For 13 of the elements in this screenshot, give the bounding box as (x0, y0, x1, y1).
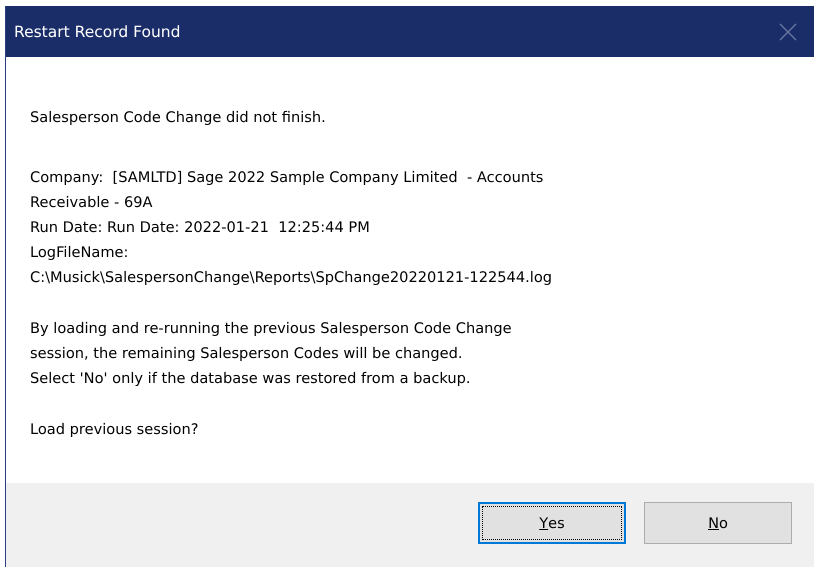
dialog-button[interactable]: Yes (478, 502, 626, 544)
message-text: Company: [SAMLTD] Sage 2022 Sample Company Limited - Accounts (30, 168, 544, 188)
message-text: LogFileName: (30, 243, 128, 263)
message-text: Salesperson Code Change did not finish. (30, 108, 326, 128)
dialog-button[interactable]: No (644, 502, 792, 544)
message-text: By loading and re-running the previous Salesperson Code Change (30, 319, 512, 339)
message-text: C:\Musick\SalespersonChange\Reports\SpChange20220121-122544.log (30, 268, 552, 288)
message-text: Run Date: Run Date: 2022-01-21 12:25:44 PM (30, 218, 370, 238)
message-text: Receivable - 69A (30, 193, 152, 213)
window-title: Restart Record Found (14, 22, 180, 40)
message-text: Select 'No' only if the database was restored from a backup. (30, 369, 471, 389)
message-text: Load previous session? (30, 420, 198, 440)
message-text: session, the remaining Salesperson Codes will be changed. (30, 344, 463, 364)
